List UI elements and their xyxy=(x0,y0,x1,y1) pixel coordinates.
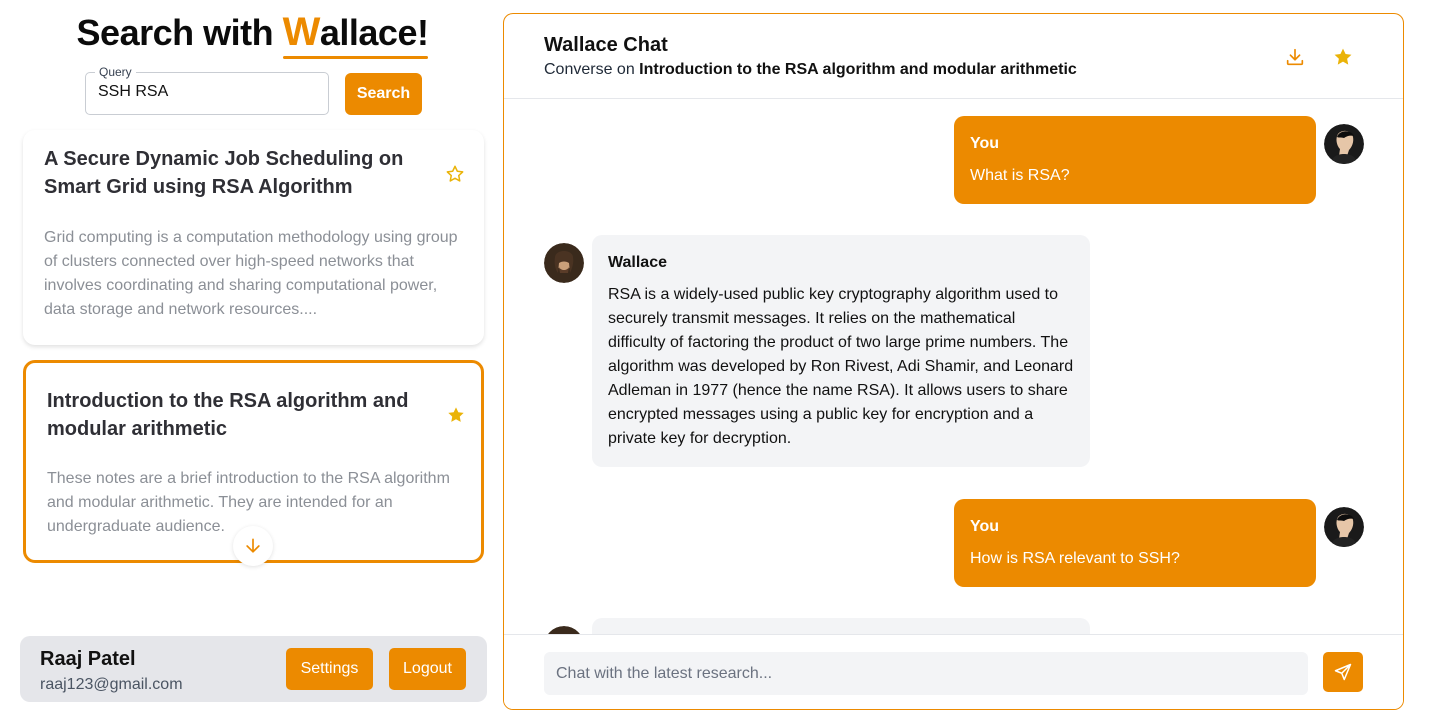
user-message: You What is RSA? xyxy=(954,116,1316,204)
wallace-avatar xyxy=(544,626,584,634)
chat-topic: Introduction to the RSA algorithm and mo… xyxy=(639,61,1077,78)
chat-panel: Wallace Chat Converse on Introduction to… xyxy=(503,13,1404,710)
query-input[interactable] xyxy=(98,83,318,101)
result-title[interactable]: A Secure Dynamic Job Scheduling on Smart… xyxy=(44,145,424,201)
user-email: raaj123@gmail.com xyxy=(40,676,183,693)
user-name: Raaj Patel xyxy=(40,648,136,670)
chat-subtitle-prefix: Converse on xyxy=(544,61,640,78)
search-panel: Search with Wallace! Query Search A Secu… xyxy=(0,0,500,723)
wallace-avatar xyxy=(544,243,584,283)
user-bar: Raaj Patel raaj123@gmail.com Settings Lo… xyxy=(20,636,487,702)
query-legend: Query xyxy=(95,65,136,79)
chat-input[interactable] xyxy=(544,652,1308,695)
user-avatar xyxy=(1324,507,1364,547)
wallace-message-partial xyxy=(592,618,1090,634)
message-sender: Wallace xyxy=(608,254,667,271)
download-icon[interactable] xyxy=(1284,46,1306,68)
app-title-prefix: Search with xyxy=(76,12,283,53)
star-filled-icon[interactable] xyxy=(446,405,466,425)
wallace-message: Wallace RSA is a widely-used public key … xyxy=(592,235,1090,467)
arrow-down-icon xyxy=(246,538,260,553)
star-outline-icon[interactable] xyxy=(445,164,465,184)
message-text: RSA is a widely-used public key cryptogr… xyxy=(608,286,1074,447)
chat-title: Wallace Chat xyxy=(544,34,668,56)
result-card[interactable]: A Secure Dynamic Job Scheduling on Smart… xyxy=(23,130,484,345)
app-title: Search with Wallace! xyxy=(0,10,505,59)
settings-button[interactable]: Settings xyxy=(286,648,373,690)
star-filled-icon[interactable] xyxy=(1332,46,1354,68)
chat-header: Wallace Chat Converse on Introduction to… xyxy=(504,14,1403,99)
result-title[interactable]: Introduction to the RSA algorithm and mo… xyxy=(47,387,427,443)
send-icon xyxy=(1334,663,1352,681)
app-title-wallace: Wallace! xyxy=(282,10,429,59)
result-snippet: Grid computing is a computation methodol… xyxy=(44,229,458,318)
search-button[interactable]: Search xyxy=(345,73,422,115)
user-avatar xyxy=(1324,124,1364,164)
message-text: What is RSA? xyxy=(970,167,1070,184)
message-text: How is RSA relevant to SSH? xyxy=(970,550,1180,567)
message-list[interactable]: You What is RSA? Wallace RSA is a widely… xyxy=(504,100,1403,634)
send-button[interactable] xyxy=(1323,652,1363,692)
message-sender: You xyxy=(970,135,1000,152)
query-field[interactable]: Query xyxy=(85,65,329,115)
message-sender: You xyxy=(970,518,1000,535)
logout-button[interactable]: Logout xyxy=(389,648,466,690)
chat-subtitle: Converse on Introduction to the RSA algo… xyxy=(544,61,1077,79)
app-title-rest: allace! xyxy=(319,12,429,53)
user-message: You How is RSA relevant to SSH? xyxy=(954,499,1316,587)
chat-composer xyxy=(504,634,1403,709)
app-title-w: W xyxy=(282,10,321,54)
scroll-down-button[interactable] xyxy=(233,526,273,566)
